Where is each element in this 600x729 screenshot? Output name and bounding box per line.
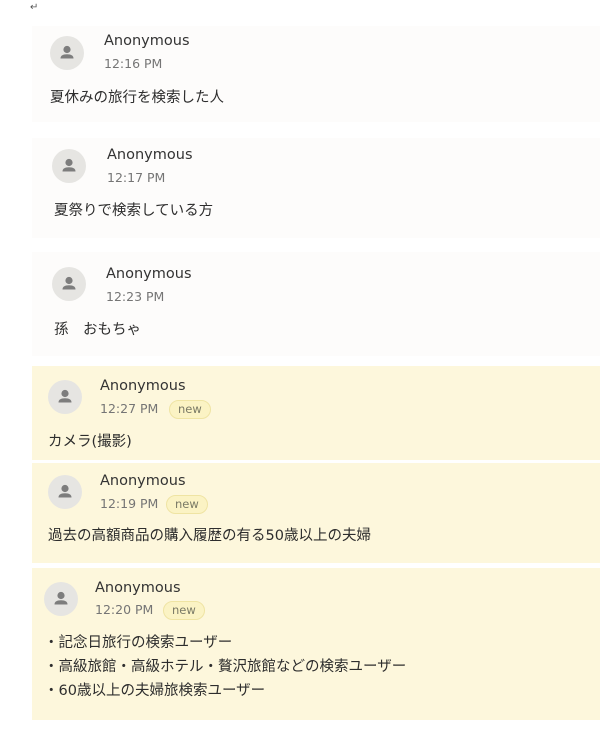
person-icon (54, 591, 68, 605)
comment-text-line: ・高級旅館・高級ホテル・贅沢旅館などの検索ユーザー (44, 659, 407, 675)
avatar[interactable] (50, 36, 84, 70)
comment-card-new: Anonymous 12:20 PM new ・記念日旅行の検索ユーザー ・高級… (32, 568, 600, 720)
comment-author[interactable]: Anonymous (95, 580, 181, 596)
avatar[interactable] (44, 582, 78, 616)
new-badge: new (169, 400, 211, 419)
comment-time: 12:16 PM (104, 56, 163, 71)
person-icon (62, 158, 76, 172)
comment-text: 夏祭りで検索している方 (54, 203, 214, 219)
comment-card: Anonymous 12:17 PM 夏祭りで検索している方 (32, 138, 600, 238)
comment-time: 12:19 PM (100, 496, 159, 511)
comment-text-line: ・60歳以上の夫婦旅検索ユーザー (44, 683, 266, 699)
comment-time: 12:17 PM (107, 170, 166, 185)
return-mark: ↵ (30, 2, 39, 13)
comment-card: Anonymous 12:16 PM 夏休みの旅行を検索した人 (32, 26, 600, 122)
comment-author[interactable]: Anonymous (104, 33, 190, 49)
avatar[interactable] (48, 380, 82, 414)
comment-author[interactable]: Anonymous (100, 473, 186, 489)
comment-author[interactable]: Anonymous (100, 378, 186, 394)
comment-card: Anonymous 12:23 PM 孫 おもちゃ (32, 252, 600, 356)
comment-feed: ↵ Anonymous 12:16 PM 夏休みの旅行を検索した人 Anonym… (0, 0, 600, 729)
person-icon (60, 45, 74, 59)
avatar[interactable] (48, 475, 82, 509)
person-icon (58, 389, 72, 403)
comment-time: 12:20 PM (95, 602, 154, 617)
new-badge: new (163, 601, 205, 620)
comment-text: カメラ(撮影) (48, 434, 132, 450)
person-icon (62, 276, 76, 290)
comment-card-new: Anonymous 12:27 PM new カメラ(撮影) (32, 366, 600, 460)
avatar[interactable] (52, 149, 86, 183)
person-icon (58, 484, 72, 498)
comment-text: 過去の高額商品の購入履歴の有る50歳以上の夫婦 (48, 528, 371, 544)
comment-card-new: Anonymous 12:19 PM new 過去の高額商品の購入履歴の有る50… (32, 463, 600, 563)
comment-text: 孫 おもちゃ (54, 322, 141, 338)
new-badge: new (166, 495, 208, 514)
comment-text: 夏休みの旅行を検索した人 (50, 90, 224, 106)
avatar[interactable] (52, 267, 86, 301)
comment-time: 12:27 PM (100, 401, 159, 416)
comment-text-line: ・記念日旅行の検索ユーザー (44, 635, 233, 651)
comment-author[interactable]: Anonymous (106, 266, 192, 282)
comment-time: 12:23 PM (106, 289, 165, 304)
comment-author[interactable]: Anonymous (107, 147, 193, 163)
